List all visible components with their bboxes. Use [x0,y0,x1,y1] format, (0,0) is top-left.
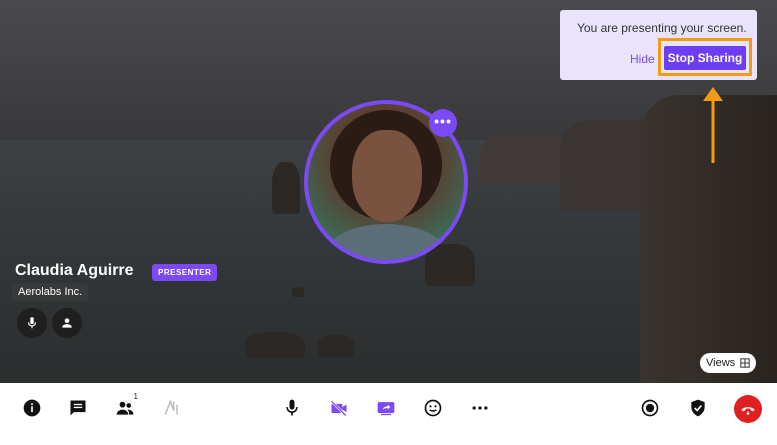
chat-button[interactable] [66,396,90,420]
info-button[interactable] [20,396,44,420]
end-call-icon [741,407,755,416]
participants-icon [116,401,134,415]
hide-link[interactable]: Hide [630,52,655,66]
screen-share-icon [377,402,395,416]
security-button[interactable] [686,396,710,420]
mic-icon [286,399,298,416]
emoji-icon [424,399,442,417]
shield-icon [691,399,705,417]
record-icon [641,399,659,417]
emoji-button[interactable] [421,396,445,420]
video-stage: ••• Claudia Aguirre PRESENTER Aerolabs I… [0,0,777,383]
presenter-mic-button[interactable] [17,308,47,338]
views-button[interactable]: Views [700,353,757,373]
chat-icon [70,400,86,416]
camera-off-icon [330,400,347,417]
ai-icon [164,399,178,415]
presenter-profile-button[interactable] [52,308,82,338]
screen-share-button[interactable] [374,396,398,420]
person-icon [62,318,72,328]
presenter-company: Aerolabs Inc. [12,283,89,301]
info-icon [23,399,41,417]
camera-button[interactable] [327,396,351,420]
participants-count: 1 [133,392,138,401]
ai-button[interactable] [160,396,184,420]
presenter-name: Claudia Aguirre [15,262,134,279]
more-icon [472,406,488,410]
pointer-arrow [703,87,723,163]
participants-button[interactable]: 1 [113,392,138,420]
views-label: Views [706,357,736,369]
presenter-badge: PRESENTER [152,264,218,281]
mic-button[interactable] [280,396,304,420]
avatar-more-button[interactable]: ••• [429,109,457,137]
end-call-button[interactable] [734,395,762,423]
mic-icon [27,317,37,329]
record-button[interactable] [638,396,662,420]
grid-icon [740,358,750,368]
toast-message: You are presenting your screen. [577,21,747,35]
stop-sharing-button[interactable]: Stop Sharing [664,46,746,70]
more-button[interactable] [468,396,492,420]
